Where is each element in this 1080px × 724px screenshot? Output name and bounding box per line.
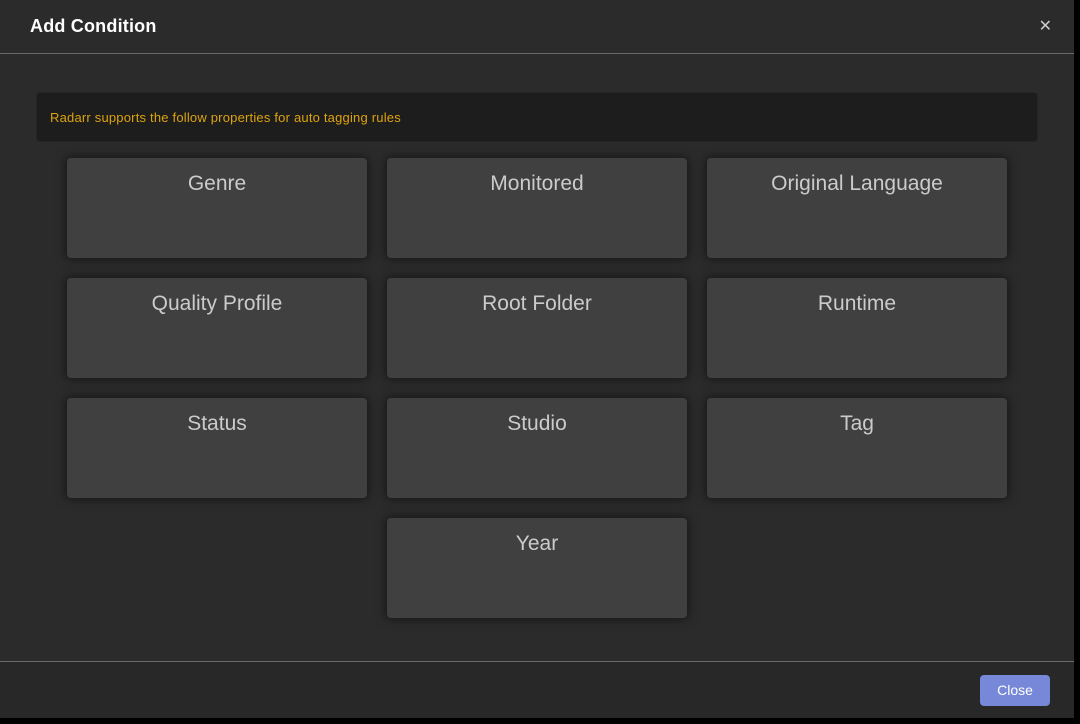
modal-footer: Close	[0, 661, 1074, 718]
condition-card-year[interactable]: Year	[387, 518, 687, 618]
close-icon[interactable]: ✕	[1035, 15, 1056, 39]
condition-grid: Genre Monitored Original Language Qualit…	[30, 148, 1044, 628]
close-button[interactable]: Close	[980, 675, 1050, 706]
condition-card-original-language[interactable]: Original Language	[707, 158, 1007, 258]
condition-card-studio[interactable]: Studio	[387, 398, 687, 498]
auto-tagging-info-alert: Radarr supports the follow properties fo…	[36, 92, 1038, 142]
modal-title: Add Condition	[30, 16, 157, 37]
condition-card-runtime[interactable]: Runtime	[707, 278, 1007, 378]
condition-label: Monitored	[490, 172, 583, 196]
condition-label: Original Language	[771, 172, 943, 196]
condition-label: Tag	[840, 412, 874, 436]
condition-label: Root Folder	[482, 292, 592, 316]
modal-header: Add Condition ✕	[0, 0, 1074, 54]
condition-label: Status	[187, 412, 247, 436]
condition-card-genre[interactable]: Genre	[67, 158, 367, 258]
add-condition-modal: Add Condition ✕ Radarr supports the foll…	[0, 0, 1074, 718]
condition-label: Runtime	[818, 292, 896, 316]
condition-label: Year	[516, 532, 558, 556]
condition-card-quality-profile[interactable]: Quality Profile	[67, 278, 367, 378]
modal-body: Radarr supports the follow properties fo…	[0, 54, 1074, 661]
modal-backdrop: Add Condition ✕ Radarr supports the foll…	[0, 0, 1080, 724]
condition-card-monitored[interactable]: Monitored	[387, 158, 687, 258]
auto-tagging-info-text: Radarr supports the follow properties fo…	[50, 110, 401, 125]
condition-card-tag[interactable]: Tag	[707, 398, 1007, 498]
condition-label: Studio	[507, 412, 567, 436]
condition-card-root-folder[interactable]: Root Folder	[387, 278, 687, 378]
condition-label: Quality Profile	[152, 292, 283, 316]
condition-label: Genre	[188, 172, 246, 196]
condition-card-status[interactable]: Status	[67, 398, 367, 498]
